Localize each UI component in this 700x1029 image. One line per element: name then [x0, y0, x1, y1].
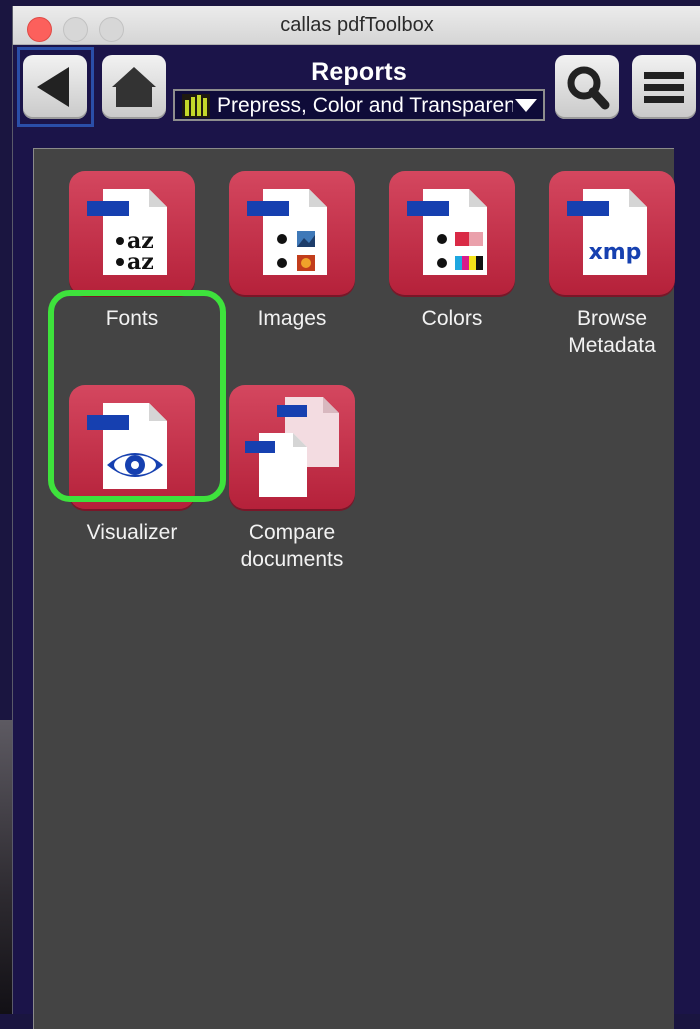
chevron-down-icon [515, 99, 537, 112]
selection-highlight [48, 290, 226, 502]
tile-label: Colors [421, 307, 483, 330]
tile-label: Compare documents [240, 521, 344, 571]
colors-report-icon [389, 171, 515, 295]
xmp-metadata-icon: xmp [549, 171, 675, 295]
profile-dropdown-value: Prepress, Color and Transparency [217, 94, 513, 117]
svg-text:az: az [127, 249, 154, 275]
house-icon [112, 67, 156, 107]
fonts-report-icon: az az [69, 171, 195, 295]
tile-label: Visualizer [86, 521, 178, 544]
images-report-icon [229, 171, 355, 295]
panel-title: Reports [311, 58, 407, 86]
window-title: callas pdfToolbox [280, 14, 434, 36]
svg-text:xmp: xmp [589, 240, 642, 265]
title-bar: callas pdfToolbox [13, 6, 700, 45]
back-button[interactable] [23, 55, 87, 119]
tile-colors[interactable]: Colors [377, 171, 527, 332]
toolbar: Reports Prepress, Color and Transparency [13, 45, 700, 135]
tile-compare-documents[interactable]: Compare documents [217, 385, 367, 573]
home-button[interactable] [102, 55, 166, 119]
compare-documents-icon [229, 385, 355, 509]
profile-dropdown[interactable]: Prepress, Color and Transparency [173, 89, 545, 121]
tile-images[interactable]: Images [217, 171, 367, 332]
triangle-left-icon [37, 67, 69, 107]
search-button[interactable] [555, 55, 619, 119]
hamburger-icon [644, 72, 684, 103]
magnifier-icon [567, 66, 610, 110]
tile-browse-metadata[interactable]: xmp Browse Metadata [537, 171, 687, 359]
bar-chart-icon [182, 94, 210, 118]
menu-button[interactable] [632, 55, 696, 119]
tile-label: Browse Metadata [568, 307, 656, 357]
reports-grid: az az Fonts Images Colors xmp Browse Met… [33, 148, 675, 1029]
app-window: callas pdfToolbox Reports Prepress, Colo… [12, 6, 700, 1029]
tile-label: Images [257, 307, 327, 330]
